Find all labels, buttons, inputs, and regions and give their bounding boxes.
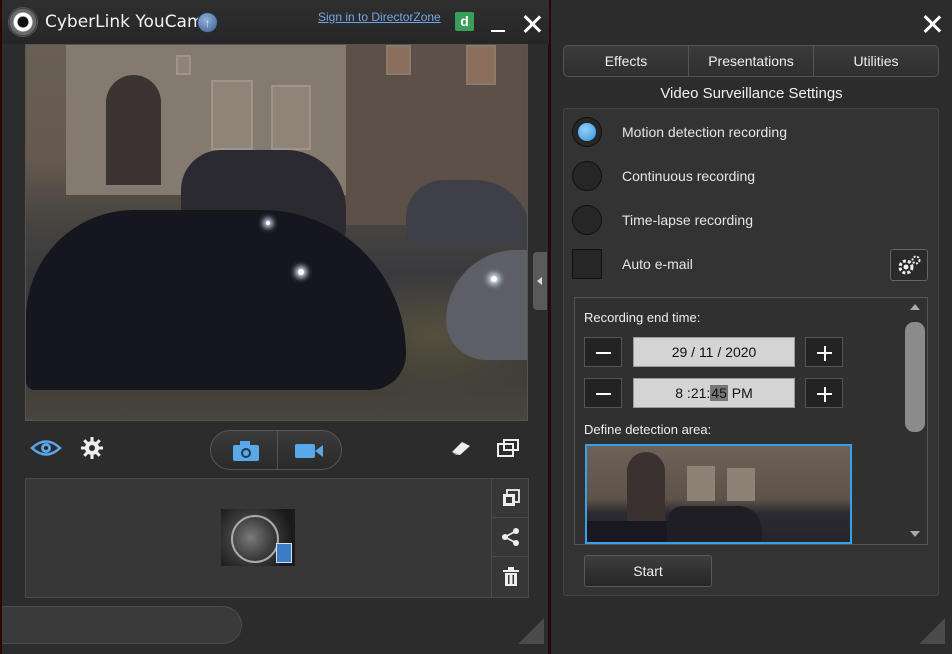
light-reflection bbox=[266, 221, 270, 225]
title-bar: CyberLink YouCam ↑ Sign in to DirectorZo… bbox=[2, 0, 549, 44]
option-continuous[interactable]: Continuous recording bbox=[572, 159, 872, 193]
close-icon[interactable] bbox=[921, 13, 943, 35]
radio-button[interactable] bbox=[572, 117, 602, 147]
detection-area-label: Define detection area: bbox=[584, 422, 712, 437]
window bbox=[386, 45, 411, 75]
recording-end-time-label: Recording end time: bbox=[584, 310, 701, 325]
time-ampm[interactable]: PM bbox=[732, 385, 753, 401]
app-title: CyberLink YouCam bbox=[45, 12, 204, 32]
time-minute[interactable]: 21 bbox=[691, 385, 707, 401]
video-camera-icon[interactable] bbox=[293, 439, 325, 463]
scroll-down-icon[interactable] bbox=[910, 531, 920, 537]
video-file-icon bbox=[276, 543, 292, 563]
silver-car bbox=[446, 250, 527, 360]
radio-button[interactable] bbox=[572, 161, 602, 191]
time-hour[interactable]: 8 bbox=[675, 385, 683, 401]
light-reflection bbox=[491, 276, 497, 282]
gear-settings-icon bbox=[898, 255, 921, 275]
doorway bbox=[106, 75, 161, 185]
tab-presentations[interactable]: Presentations bbox=[689, 46, 814, 76]
minimize-icon[interactable] bbox=[489, 13, 509, 33]
import-media-icon bbox=[502, 489, 520, 506]
resize-window-icon[interactable] bbox=[496, 438, 520, 458]
sign-in-link[interactable]: Sign in to DirectorZone bbox=[318, 10, 441, 24]
option-label: Continuous recording bbox=[622, 168, 756, 184]
divider bbox=[277, 431, 278, 469]
email-settings-button[interactable] bbox=[890, 249, 928, 281]
scroll-thumb[interactable] bbox=[905, 322, 925, 432]
date-day[interactable]: 29 bbox=[672, 344, 688, 360]
option-label: Time-lapse recording bbox=[622, 212, 753, 228]
date-field[interactable]: 29 / 11 / 2020 bbox=[633, 337, 795, 367]
webcam-preview bbox=[25, 44, 528, 421]
directorzone-icon[interactable]: d bbox=[455, 12, 474, 31]
youcam-main-window: CyberLink YouCam ↑ Sign in to DirectorZo… bbox=[2, 0, 549, 654]
dark-car-foreground bbox=[26, 210, 406, 390]
dark-car-foreground bbox=[587, 521, 667, 542]
eye-icon[interactable] bbox=[30, 437, 62, 459]
option-time-lapse[interactable]: Time-lapse recording bbox=[572, 203, 872, 237]
date-increment-button[interactable] bbox=[805, 337, 843, 367]
window bbox=[176, 55, 191, 75]
screen: CyberLink YouCam ↑ Sign in to DirectorZo… bbox=[0, 0, 952, 654]
panel-tabs: Effects Presentations Utilities bbox=[563, 45, 939, 77]
capture-controls bbox=[2, 428, 549, 470]
auto-email-row[interactable]: Auto e-mail bbox=[572, 247, 872, 281]
light-reflection bbox=[298, 269, 304, 275]
scroll-up-icon[interactable] bbox=[910, 304, 920, 310]
media-gallery bbox=[25, 478, 529, 598]
options-scrollbar[interactable] bbox=[905, 298, 927, 544]
radio-button[interactable] bbox=[572, 205, 602, 235]
auto-email-checkbox[interactable] bbox=[572, 249, 602, 279]
capture-mode-group bbox=[210, 430, 342, 470]
tab-utilities[interactable]: Utilities bbox=[814, 46, 938, 76]
detection-area-preview[interactable] bbox=[585, 444, 852, 544]
auto-email-label: Auto e-mail bbox=[622, 256, 693, 272]
time-increment-button[interactable] bbox=[805, 378, 843, 408]
close-icon[interactable] bbox=[521, 13, 543, 35]
date-month[interactable]: 11 bbox=[699, 344, 714, 360]
window bbox=[727, 468, 755, 501]
resize-grip[interactable] bbox=[919, 618, 945, 644]
window bbox=[687, 466, 715, 501]
date-decrement-button[interactable] bbox=[584, 337, 622, 367]
option-motion-detection[interactable]: Motion detection recording bbox=[572, 115, 872, 149]
share-icon bbox=[501, 528, 519, 546]
resize-grip[interactable] bbox=[518, 618, 544, 644]
utilities-panel-window: Effects Presentations Utilities Video Su… bbox=[551, 0, 952, 654]
youcam-logo-icon bbox=[8, 7, 38, 37]
time-field[interactable]: 8 :21:45 PM bbox=[633, 378, 795, 408]
window bbox=[211, 80, 253, 150]
eraser-icon[interactable] bbox=[450, 440, 472, 456]
recording-options-box: Recording end time: 29 / 11 / 2020 8 :21… bbox=[574, 297, 928, 545]
date-separator: / bbox=[691, 344, 696, 360]
doorway bbox=[627, 452, 665, 522]
camera-icon[interactable] bbox=[231, 439, 261, 463]
trash-icon bbox=[502, 566, 519, 586]
date-separator: / bbox=[717, 344, 722, 360]
start-button[interactable]: Start bbox=[584, 555, 712, 587]
delete-button[interactable] bbox=[492, 557, 529, 596]
parked-van bbox=[667, 506, 762, 542]
surveillance-settings: Motion detection recording Continuous re… bbox=[563, 108, 939, 596]
panel-title: Video Surveillance Settings bbox=[660, 85, 843, 102]
import-media-button[interactable] bbox=[492, 479, 529, 518]
upgrade-arrow-icon[interactable]: ↑ bbox=[197, 12, 218, 33]
gear-icon[interactable] bbox=[80, 436, 104, 460]
collapse-panel-button[interactable] bbox=[533, 252, 547, 310]
status-pill bbox=[2, 606, 242, 644]
option-label: Motion detection recording bbox=[622, 124, 787, 140]
window bbox=[466, 45, 496, 85]
time-decrement-button[interactable] bbox=[584, 378, 622, 408]
tab-effects[interactable]: Effects bbox=[564, 46, 689, 76]
film-reel-graphic bbox=[231, 515, 279, 563]
share-button[interactable] bbox=[492, 518, 529, 557]
window bbox=[271, 85, 311, 150]
media-thumbnail[interactable] bbox=[221, 509, 295, 566]
date-year[interactable]: 2020 bbox=[725, 344, 756, 360]
time-second[interactable]: 45 bbox=[710, 385, 728, 401]
gallery-toolbar bbox=[491, 479, 529, 597]
